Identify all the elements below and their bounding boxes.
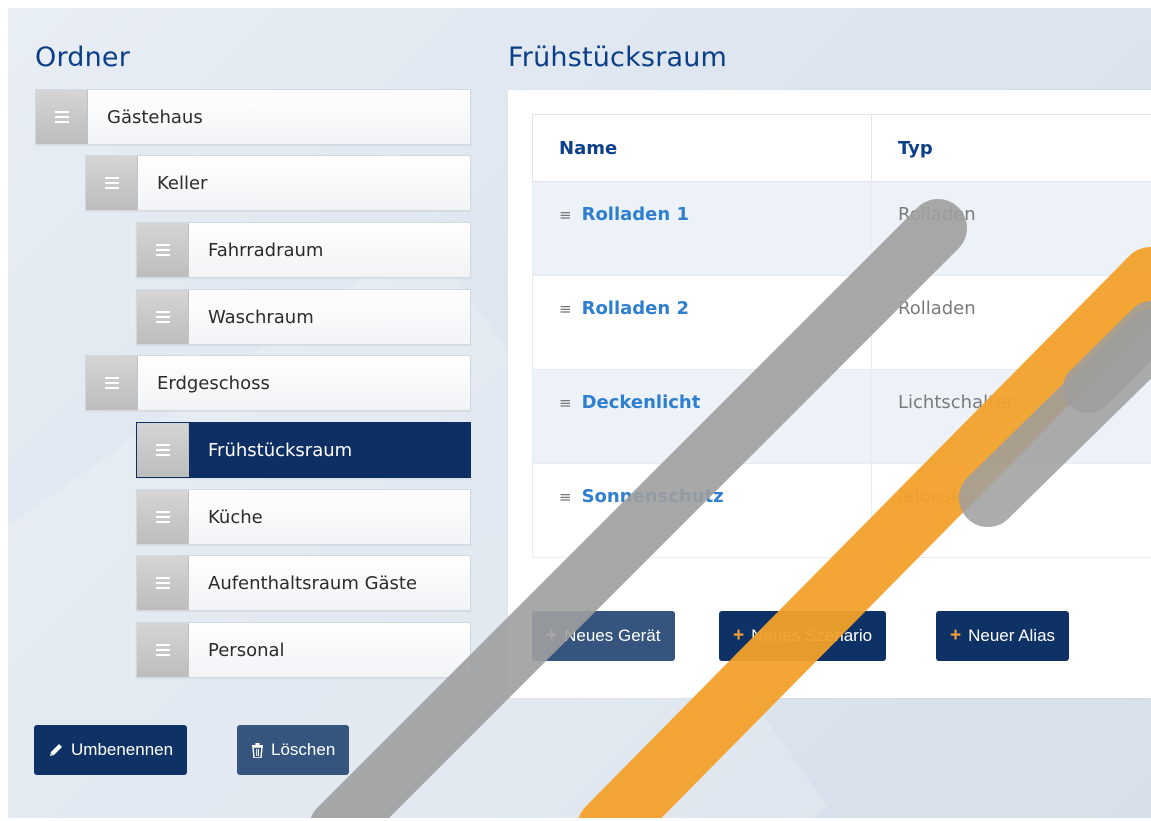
folder-label: Aufenthaltsraum Gäste [208,572,418,594]
trash-icon [252,742,263,758]
device-link[interactable]: Rolladen 2 [582,298,689,319]
drag-handle-icon[interactable] [137,556,189,610]
drag-handle-icon[interactable] [137,423,189,477]
drag-handle-icon[interactable] [36,90,88,144]
drag-grip-icon[interactable]: ≡ [559,300,572,318]
sidebar-title: Ordner [35,42,131,73]
table-row[interactable]: ≡ Sonnenschutz Jalousie [532,463,1151,558]
new-scenario-button[interactable]: + Neues Szenario [719,611,887,661]
device-type-cell: Rolladen [871,275,1151,370]
folder-label: Personal [208,639,285,661]
folder-label: Waschraum [208,306,314,328]
folder-waschraum[interactable]: Waschraum [136,289,471,345]
drag-grip-icon[interactable]: ≡ [559,488,572,506]
plus-icon: + [950,625,962,646]
folder-label: Frühstücksraum [208,439,353,461]
folder-erdgeschoss[interactable]: Erdgeschoss [85,355,471,411]
column-header-name[interactable]: Name [532,114,872,182]
delete-button[interactable]: Löschen [237,725,350,775]
drag-grip-icon[interactable]: ≡ [559,206,572,224]
folder-fahrradraum[interactable]: Fahrradraum [136,222,471,278]
column-header-type[interactable]: Typ [871,114,1151,182]
plus-icon: + [546,625,558,646]
table-row[interactable]: ≡ Deckenlicht Lichtschalter [532,369,1151,464]
new-scenario-label: Neues Szenario [751,626,873,645]
device-type-cell: Jalousie [871,463,1151,558]
folder-gaestehaus[interactable]: Gästehaus [35,89,471,145]
rename-label: Umbenennen [71,740,174,759]
drag-grip-icon[interactable]: ≡ [559,394,572,412]
folder-label: Fahrradraum [208,239,324,261]
device-name-cell: ≡ Deckenlicht [532,369,872,464]
new-alias-label: Neuer Alias [968,626,1056,645]
device-name-cell: ≡ Sonnenschutz [532,463,872,558]
device-link[interactable]: Sonnenschutz [582,486,724,507]
folder-label: Erdgeschoss [157,372,270,394]
folder-label: Keller [157,172,208,194]
devices-table: Name Typ ≡ Rolladen 1 Rolladen ≡ Rolladen … [532,114,1151,558]
drag-handle-icon[interactable] [86,356,138,410]
device-link[interactable]: Deckenlicht [582,392,701,413]
device-type-cell: Rolladen [871,181,1151,276]
folder-keller[interactable]: Keller [85,155,471,211]
page-canvas: Ordner Gästehaus Keller Fahrradraum Wasc… [8,8,1151,818]
device-link[interactable]: Rolladen 1 [582,204,689,225]
folder-label: Küche [208,506,263,528]
folder-personal[interactable]: Personal [136,622,471,678]
plus-icon: + [733,625,745,646]
device-name-cell: ≡ Rolladen 2 [532,275,872,370]
folder-kueche[interactable]: Küche [136,489,471,545]
devices-panel: Name Typ ≡ Rolladen 1 Rolladen ≡ Rolladen … [508,90,1151,698]
table-row[interactable]: ≡ Rolladen 2 Rolladen [532,275,1151,370]
new-alias-button[interactable]: + Neuer Alias [936,611,1070,661]
table-row[interactable]: ≡ Rolladen 1 Rolladen [532,181,1151,276]
drag-handle-icon[interactable] [86,156,138,210]
delete-label: Löschen [271,740,336,759]
rename-button[interactable]: Umbenennen [34,725,188,775]
drag-handle-icon[interactable] [137,490,189,544]
drag-handle-icon[interactable] [137,290,189,344]
device-type-cell: Lichtschalter [871,369,1151,464]
pencil-icon [50,744,62,756]
folder-aufenthaltsraum[interactable]: Aufenthaltsraum Gäste [136,555,471,611]
new-device-label: Neues Gerät [564,626,661,645]
table-header-row: Name Typ [532,114,1151,182]
folder-fruehstuecksraum[interactable]: Frühstücksraum [136,422,471,478]
new-device-button[interactable]: + Neues Gerät [532,611,675,661]
drag-handle-icon[interactable] [137,623,189,677]
drag-handle-icon[interactable] [137,223,189,277]
device-name-cell: ≡ Rolladen 1 [532,181,872,276]
page-title: Frühstücksraum [508,42,728,73]
folder-label: Gästehaus [107,106,203,128]
